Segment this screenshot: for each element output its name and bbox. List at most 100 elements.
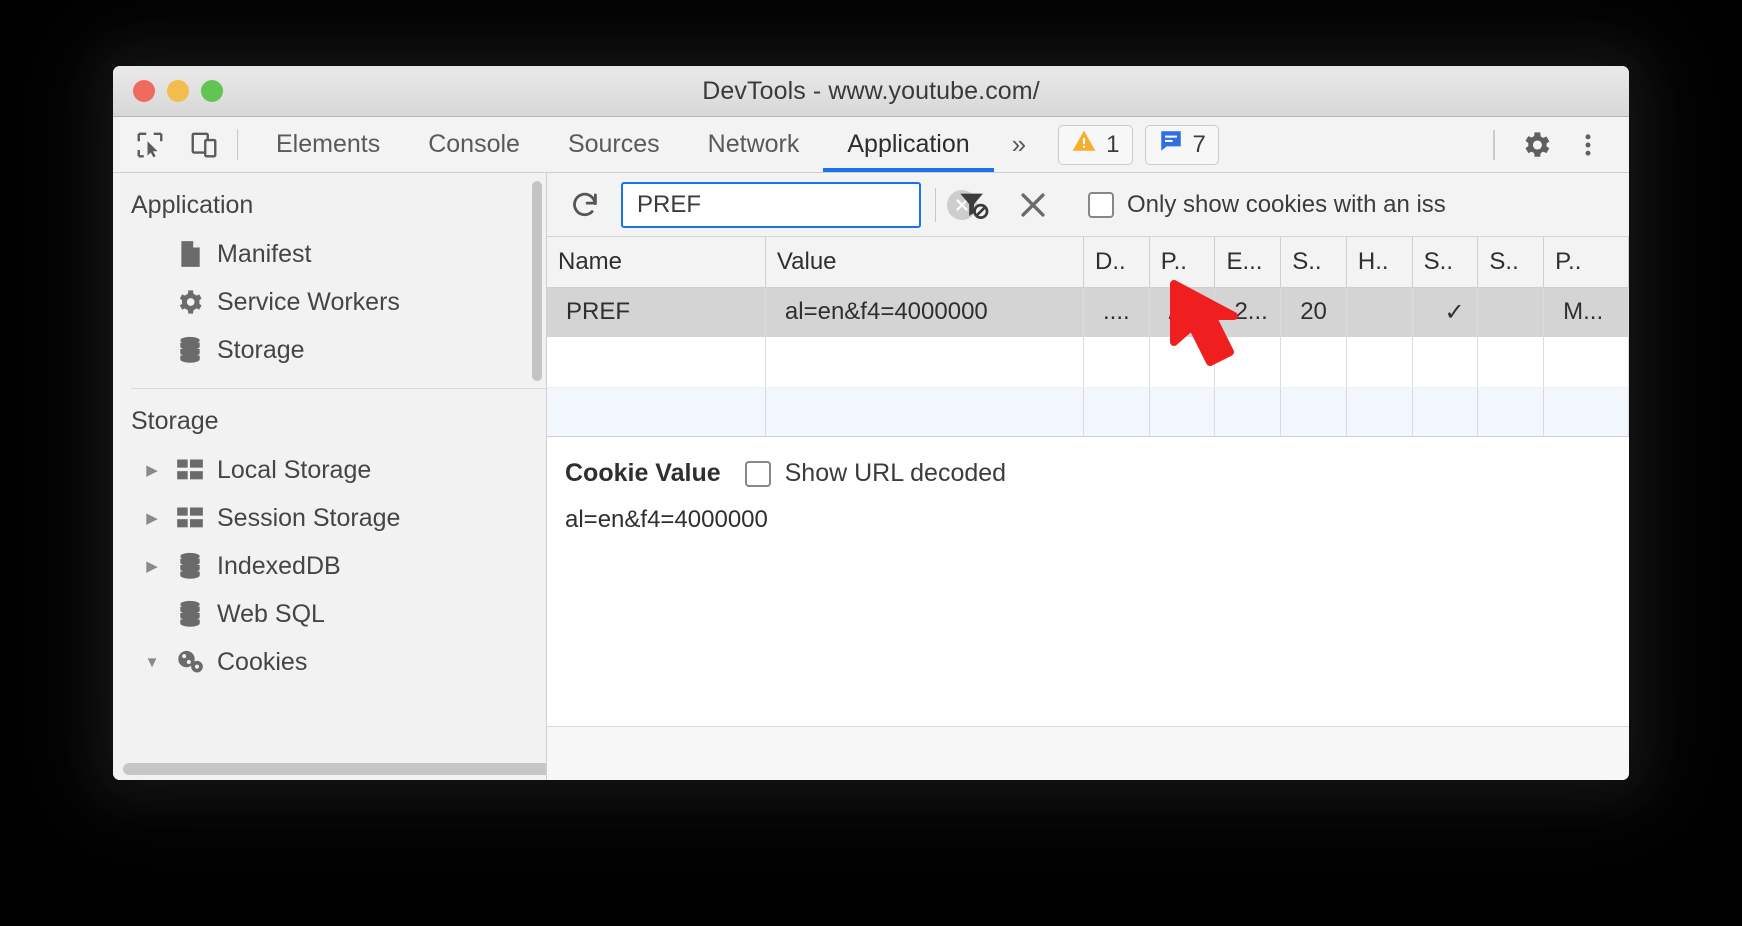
- sidebar-scroll-area: Application ▶ Manifest ▶: [113, 173, 546, 762]
- cell-empty: [1083, 387, 1150, 436]
- more-tabs-icon[interactable]: »: [994, 117, 1044, 172]
- cookie-icon: [175, 647, 205, 677]
- gear-icon[interactable]: [1513, 122, 1559, 168]
- cookie-detail-pane: Cookie Value Show URL decoded al=en&f4=4…: [547, 437, 1629, 780]
- devtools-body: Application ▶ Manifest ▶: [113, 173, 1629, 780]
- only-issues-checkbox[interactable]: [1088, 191, 1114, 218]
- tab-sources[interactable]: Sources: [544, 117, 684, 172]
- column-header-httponly[interactable]: H..: [1346, 237, 1413, 288]
- table-row-empty: [547, 337, 1629, 388]
- cell-empty: [547, 387, 766, 436]
- cell-value: al=en&f4=4000000: [765, 287, 1084, 337]
- warning-icon: [1071, 128, 1097, 161]
- database-icon: [175, 335, 205, 365]
- table-row[interactable]: PREF al=en&f4=4000000 .... / 2... 20 ✓ M…: [547, 287, 1629, 337]
- kebab-menu-icon[interactable]: [1565, 122, 1611, 168]
- detail-footer-bar: [547, 726, 1629, 780]
- column-header-expires[interactable]: E...: [1214, 237, 1282, 288]
- toolbar-divider: [935, 187, 936, 222]
- window-titlebar: DevTools - www.youtube.com/: [113, 66, 1629, 117]
- cell-domain: ....: [1083, 287, 1150, 337]
- only-issues-label: Only show cookies with an iss: [1127, 190, 1446, 218]
- cell-samesite: [1477, 287, 1545, 337]
- panel-tabs: Elements Console Sources Network Applica…: [252, 117, 994, 172]
- column-header-samesite[interactable]: S..: [1477, 237, 1545, 288]
- only-issues-checkbox-row[interactable]: Only show cookies with an iss: [1088, 191, 1446, 219]
- cell-empty: [1543, 337, 1629, 388]
- cell-empty: [765, 387, 1084, 436]
- inspect-element-icon[interactable]: [131, 126, 169, 164]
- sidebar-item-service-workers[interactable]: ▶ Service Workers: [113, 278, 546, 326]
- cell-empty: [1412, 387, 1479, 436]
- cookie-value-text: al=en&f4=4000000: [565, 506, 768, 533]
- sidebar-item-label: IndexedDB: [217, 551, 341, 580]
- sidebar-item-cookies[interactable]: ▼ Cookies: [113, 638, 546, 686]
- table-icon: [175, 503, 205, 533]
- cell-name: PREF: [547, 287, 766, 337]
- collapse-arrow-icon[interactable]: ▼: [141, 654, 163, 671]
- cookie-value-title: Cookie Value: [565, 459, 721, 487]
- column-header-name[interactable]: Name: [547, 237, 766, 288]
- sidebar-group-application-title: Application: [131, 191, 254, 219]
- expand-arrow-icon[interactable]: ▶: [141, 557, 163, 575]
- table-header-row: Name Value D.. P.. E... S.. H.. S.. S.. …: [547, 237, 1629, 288]
- sidebar-item-label: Local Storage: [217, 455, 372, 484]
- filter-input[interactable]: [637, 190, 947, 219]
- issue-badges: 1 7: [1058, 117, 1219, 172]
- cell-secure: ✓: [1412, 287, 1479, 337]
- column-header-priority[interactable]: P..: [1543, 237, 1629, 288]
- refresh-icon[interactable]: [563, 183, 607, 227]
- sidebar-item-label: Storage: [217, 335, 305, 364]
- cell-empty: [1280, 337, 1347, 388]
- cookie-filter-box[interactable]: [621, 181, 977, 228]
- cell-size: 20: [1280, 287, 1347, 337]
- tab-application[interactable]: Application: [823, 117, 994, 172]
- message-count: 7: [1192, 130, 1206, 158]
- column-header-size[interactable]: S..: [1280, 237, 1347, 288]
- cell-empty: [1412, 337, 1479, 388]
- expand-arrow-icon[interactable]: ▶: [141, 461, 163, 479]
- show-url-decoded-row[interactable]: Show URL decoded: [744, 459, 1006, 488]
- warning-badge[interactable]: 1: [1058, 124, 1133, 165]
- sidebar-item-session-storage[interactable]: ▶ Session Storage: [113, 494, 546, 542]
- filter-off-icon[interactable]: [950, 182, 996, 228]
- table-row-empty: [547, 387, 1629, 436]
- column-header-domain[interactable]: D..: [1083, 237, 1150, 288]
- sidebar-item-indexeddb[interactable]: ▶ IndexedDB: [113, 542, 546, 590]
- gear-icon: [175, 287, 205, 317]
- expand-arrow-icon[interactable]: ▶: [141, 509, 163, 527]
- table-icon: [175, 455, 205, 485]
- close-x-icon[interactable]: [1010, 182, 1056, 228]
- device-toolbar-icon[interactable]: [185, 126, 223, 164]
- tabbar-divider: [237, 129, 238, 160]
- cell-path: /: [1149, 287, 1216, 337]
- cell-empty: [1083, 337, 1150, 388]
- sidebar-item-manifest[interactable]: ▶ Manifest: [113, 230, 546, 278]
- application-sidebar: Application ▶ Manifest ▶: [113, 173, 547, 780]
- cell-empty: [1149, 387, 1216, 436]
- show-url-decoded-checkbox[interactable]: [744, 460, 771, 487]
- sidebar-vertical-scrollbar[interactable]: [532, 181, 542, 381]
- cell-empty: [1214, 387, 1282, 436]
- sidebar-horizontal-scrollbar[interactable]: [123, 763, 546, 775]
- tab-network[interactable]: Network: [684, 117, 824, 172]
- sidebar-item-local-storage[interactable]: ▶ Local Storage: [113, 446, 546, 494]
- database-icon: [175, 599, 205, 629]
- message-badge[interactable]: 7: [1144, 124, 1219, 165]
- cell-empty: [1280, 387, 1347, 436]
- sidebar-item-storage[interactable]: ▶ Storage: [113, 326, 546, 374]
- column-header-path[interactable]: P..: [1149, 237, 1216, 288]
- cookies-panel: Only show cookies with an iss: [547, 173, 1629, 780]
- column-header-secure[interactable]: S..: [1412, 237, 1479, 288]
- sidebar-item-label: Manifest: [217, 239, 312, 268]
- tabbar-tool-icons: [113, 117, 223, 172]
- tabbar-right-tools: [1481, 117, 1629, 172]
- sidebar-item-web-sql[interactable]: ▶ Web SQL: [113, 590, 546, 638]
- tab-console[interactable]: Console: [404, 117, 544, 172]
- cell-empty: [1346, 387, 1413, 436]
- cell-empty: [547, 337, 766, 388]
- cell-empty: [765, 337, 1084, 388]
- tab-elements[interactable]: Elements: [252, 117, 404, 172]
- column-header-value[interactable]: Value: [765, 237, 1084, 288]
- database-icon: [175, 551, 205, 581]
